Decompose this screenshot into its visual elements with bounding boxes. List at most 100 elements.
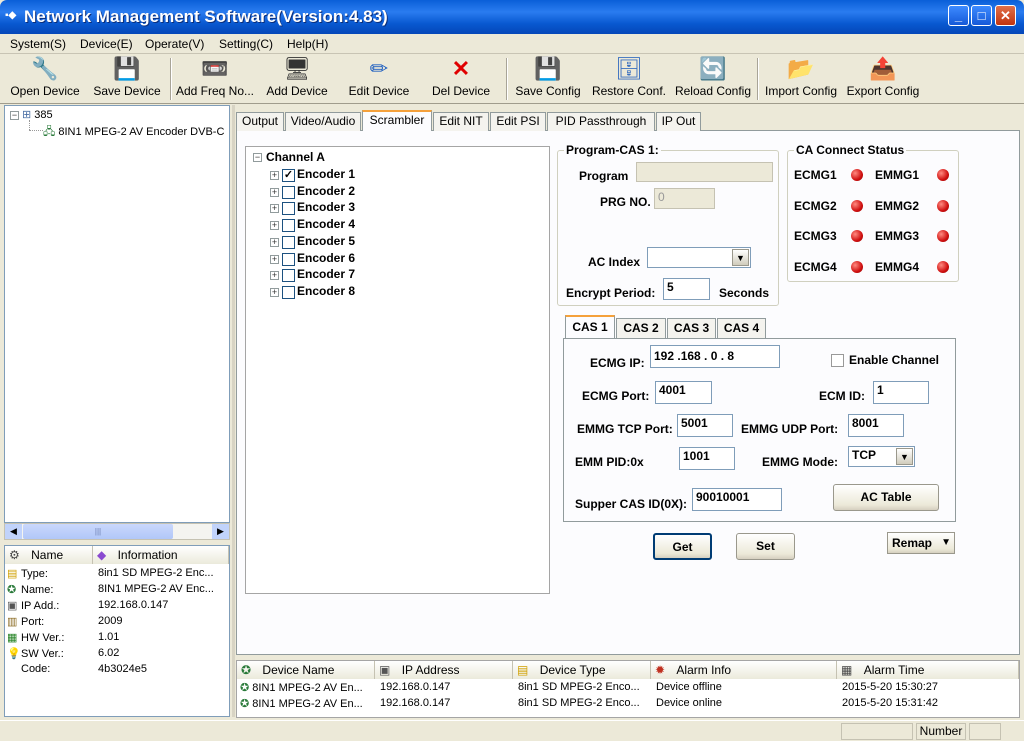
- encoder-label[interactable]: Encoder 8: [297, 284, 355, 298]
- info-header-name[interactable]: ⚙ Name: [5, 546, 93, 564]
- tab-cas-1[interactable]: CAS 1: [565, 315, 615, 339]
- encoder-expander[interactable]: +: [270, 254, 279, 264]
- restore-config-button[interactable]: 🗄 Restore Conf.: [590, 56, 668, 102]
- chevron-down-icon[interactable]: ▼: [896, 448, 913, 465]
- alarm-header-info[interactable]: ✹ Alarm Info: [651, 661, 837, 679]
- encoder-checkbox[interactable]: [282, 219, 295, 233]
- encoder-expander[interactable]: +: [270, 221, 279, 231]
- encoder-label[interactable]: Encoder 3: [297, 200, 355, 214]
- tree-hscrollbar[interactable]: ◀ ||| ▶: [4, 523, 230, 540]
- tab-cas-4[interactable]: CAS 4: [717, 318, 766, 338]
- encrypt-period-label: Encrypt Period:: [566, 286, 656, 300]
- alarm-header-type[interactable]: ▤ Device Type: [513, 661, 651, 679]
- encoder-label[interactable]: Encoder 2: [297, 184, 355, 198]
- remap-select[interactable]: Remap ▼: [887, 532, 955, 554]
- maximize-button[interactable]: □: [971, 5, 992, 26]
- ac-index-select[interactable]: ▼: [647, 247, 751, 268]
- menu-operate[interactable]: Operate(V): [145, 37, 204, 51]
- save-config-button[interactable]: 💾 Save Config: [512, 56, 584, 102]
- encoder-expander[interactable]: +: [270, 287, 279, 297]
- menu-setting[interactable]: Setting(C): [219, 37, 273, 51]
- alarm-header-device-name[interactable]: ✪ Device Name: [237, 661, 375, 679]
- encoder-checkbox[interactable]: [282, 285, 295, 299]
- info-header-information[interactable]: ◆ Information: [93, 546, 229, 564]
- import-config-button[interactable]: 📂 Import Config: [762, 56, 840, 102]
- menu-help[interactable]: Help(H): [287, 37, 328, 51]
- tree-expander[interactable]: −: [10, 111, 19, 120]
- chevron-down-icon[interactable]: ▼: [732, 249, 749, 266]
- prgno-label: PRG NO.: [600, 195, 651, 209]
- minimize-button[interactable]: _: [948, 5, 969, 26]
- close-button[interactable]: ✕: [995, 5, 1016, 26]
- tab-output[interactable]: Output: [236, 112, 284, 131]
- tab-edit-nit[interactable]: Edit NIT: [433, 112, 489, 131]
- export-config-button[interactable]: 📤 Export Config: [844, 56, 922, 102]
- status-led-emmg1: [937, 169, 949, 181]
- status-led-emmg3: [937, 230, 949, 242]
- encoder-checkbox[interactable]: [282, 252, 295, 266]
- emmg-udp-field[interactable]: 8001: [848, 414, 904, 437]
- encoder-label[interactable]: Encoder 1: [297, 167, 355, 181]
- ecmg-port-field[interactable]: 4001: [655, 381, 712, 404]
- tree-root[interactable]: ⊞ 385: [22, 108, 53, 121]
- scroll-right-button[interactable]: ▶: [212, 524, 229, 539]
- enable-channel-checkbox[interactable]: [831, 354, 844, 367]
- ecm-id-field[interactable]: 1: [873, 381, 929, 404]
- encoder-checkbox[interactable]: [282, 202, 295, 216]
- emmg-mode-label: EMMG Mode:: [762, 455, 838, 469]
- splitter[interactable]: [232, 105, 235, 717]
- reload-config-button[interactable]: 🔄 Reload Config: [672, 56, 754, 102]
- encoder-expander[interactable]: +: [270, 237, 279, 247]
- add-device-button[interactable]: 🖥 Add Device: [262, 56, 332, 102]
- ip-icon: ▣: [7, 600, 18, 612]
- tab-pid-passthrough[interactable]: PID Passthrough: [547, 112, 655, 131]
- set-button[interactable]: Set: [736, 533, 795, 560]
- del-device-button[interactable]: ✕ Del Device: [428, 56, 494, 102]
- encoder-expander[interactable]: +: [270, 187, 279, 197]
- tab-cas-3[interactable]: CAS 3: [667, 318, 716, 338]
- encoder-expander[interactable]: +: [270, 171, 279, 180]
- scroll-left-button[interactable]: ◀: [5, 524, 22, 539]
- emm-pid-field[interactable]: 1001: [679, 447, 735, 470]
- encoder-label[interactable]: Encoder 6: [297, 251, 355, 265]
- prgno-field[interactable]: 0: [654, 188, 715, 209]
- add-freq-button[interactable]: 📼 Add Freq No...: [174, 56, 256, 102]
- tab-edit-psi[interactable]: Edit PSI: [490, 112, 546, 131]
- ecmg-ip-field[interactable]: 192 .168 . 0 . 8: [650, 345, 780, 368]
- program-field[interactable]: [636, 162, 773, 182]
- edit-device-button[interactable]: ✏ Edit Device: [344, 56, 414, 102]
- encoder-checkbox[interactable]: ✓: [282, 169, 295, 182]
- encoder-label[interactable]: Encoder 4: [297, 217, 355, 231]
- alarm-row-device[interactable]: ✪ 8IN1 MPEG-2 AV En...: [240, 697, 363, 710]
- tree-item-encoder[interactable]: 🖧 8IN1 MPEG-2 AV Encoder DVB-C: [43, 123, 224, 142]
- encoder-checkbox[interactable]: [282, 269, 295, 283]
- alarm-header-time[interactable]: ▦ Alarm Time: [837, 661, 1019, 679]
- alarm-cell: 8in1 SD MPEG-2 Enco...: [518, 697, 640, 709]
- emmg-mode-select[interactable]: TCP ▼: [848, 446, 915, 467]
- open-device-button[interactable]: 🔧 Open Device: [6, 56, 84, 102]
- ac-table-button[interactable]: AC Table: [833, 484, 939, 511]
- supper-cas-field[interactable]: 90010001: [692, 488, 782, 511]
- alarm-header-ip[interactable]: ▣ IP Address: [375, 661, 513, 679]
- get-button[interactable]: Get: [653, 533, 712, 560]
- channel-expander[interactable]: −: [253, 153, 262, 162]
- menu-system[interactable]: System(S): [10, 37, 66, 51]
- tab-ip-out[interactable]: IP Out: [656, 112, 701, 131]
- alarm-row-device[interactable]: ✪ 8IN1 MPEG-2 AV En...: [240, 681, 363, 694]
- tab-scrambler[interactable]: Scrambler: [362, 110, 432, 132]
- menu-device[interactable]: Device(E): [80, 37, 133, 51]
- encoder-label[interactable]: Encoder 7: [297, 267, 355, 281]
- encoder-expander[interactable]: +: [270, 204, 279, 214]
- emmg-tcp-field[interactable]: 5001: [677, 414, 733, 437]
- encoder-label[interactable]: Encoder 5: [297, 234, 355, 248]
- encoder-expander[interactable]: +: [270, 271, 279, 281]
- encoder-checkbox[interactable]: [282, 185, 295, 199]
- save-device-button[interactable]: 💾 Save Device: [90, 56, 164, 102]
- encrypt-period-field[interactable]: 5: [663, 278, 710, 300]
- encoder-checkbox[interactable]: [282, 235, 295, 249]
- alarm-cell: Device online: [656, 697, 723, 709]
- scroll-thumb[interactable]: |||: [23, 524, 173, 539]
- tab-video-audio[interactable]: Video/Audio: [285, 112, 361, 131]
- tab-cas-2[interactable]: CAS 2: [616, 318, 666, 338]
- info-panel: ⚙ Name ◆ Information ▤ Type: 8in1 SD MPEG…: [4, 545, 230, 717]
